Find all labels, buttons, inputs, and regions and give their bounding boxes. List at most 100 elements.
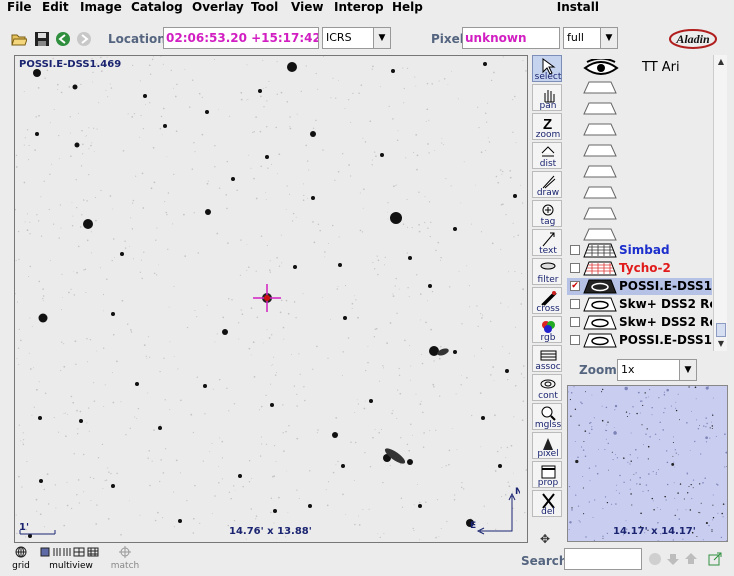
layer-visibility-checkbox[interactable] bbox=[570, 245, 580, 255]
stack-header: TT Ari bbox=[567, 55, 712, 245]
tool-text-label: text bbox=[539, 246, 557, 256]
aladin-logo: Aladin bbox=[668, 28, 718, 50]
bottom-bar: grid multiview match Search bbox=[0, 544, 734, 576]
menu-image[interactable]: Image bbox=[80, 0, 122, 14]
tool-tag[interactable]: tag bbox=[532, 200, 562, 227]
layer-visibility-checkbox[interactable] bbox=[570, 317, 580, 327]
save-icon[interactable] bbox=[34, 31, 50, 47]
zoom-select-value: 1x bbox=[621, 363, 635, 376]
empty-plane-icon[interactable] bbox=[583, 101, 617, 115]
tool-filter[interactable]: filter bbox=[532, 258, 562, 285]
tool-mglss[interactable]: mglss bbox=[532, 403, 562, 430]
open-folder-icon[interactable] bbox=[11, 31, 28, 47]
back-arrow-icon[interactable] bbox=[55, 31, 71, 47]
empty-plane-icon[interactable] bbox=[583, 80, 617, 94]
sky-image[interactable] bbox=[15, 56, 528, 543]
tool-zoom[interactable]: Zzoom bbox=[532, 113, 562, 140]
layer-row[interactable]: Skw+ DSS2 Re bbox=[567, 314, 712, 331]
scroll-down-icon[interactable]: ▼ bbox=[714, 337, 728, 351]
tool-cont-label: cont bbox=[538, 391, 558, 401]
toolbar: Location 02:06:53.20 +15:17:42.8 ICRS ▼ … bbox=[0, 24, 734, 54]
search-prev-icon[interactable] bbox=[648, 552, 662, 566]
layer-row[interactable]: Simbad bbox=[567, 242, 712, 259]
grid-button[interactable]: grid bbox=[10, 546, 32, 571]
tool-del[interactable]: del bbox=[532, 490, 562, 517]
menu-tool[interactable]: Tool bbox=[251, 0, 278, 14]
tool-pan-label: pan bbox=[539, 101, 557, 111]
grid-label: grid bbox=[12, 561, 30, 571]
empty-plane-icon[interactable] bbox=[583, 206, 617, 220]
zoom-select[interactable]: 1x ▼ bbox=[617, 359, 697, 381]
search-label: Search bbox=[521, 554, 568, 568]
tool-cross[interactable]: cross bbox=[532, 287, 562, 314]
layer-visibility-checkbox[interactable]: ✔ bbox=[570, 281, 580, 291]
tool-dist[interactable]: dist bbox=[532, 142, 562, 169]
main-image-view[interactable]: POSSI.E-DSS1.469 1' 14.76' x 13.88' N E bbox=[14, 55, 528, 543]
zoom-preview[interactable]: 14.17' x 14.17' bbox=[567, 385, 728, 542]
search-input[interactable] bbox=[564, 548, 642, 570]
frame-select-value: ICRS bbox=[326, 31, 352, 44]
tool-cont[interactable]: cont bbox=[532, 374, 562, 401]
layer-row[interactable]: Skw+ DSS2 Re bbox=[567, 296, 712, 313]
location-input[interactable]: 02:06:53.20 +15:17:42.8 bbox=[163, 27, 319, 49]
layer-row[interactable]: ✔ POSSI.E-DSS1.4 bbox=[567, 278, 712, 295]
empty-plane-icon[interactable] bbox=[583, 185, 617, 199]
menu-view[interactable]: View bbox=[291, 0, 323, 14]
catalog-plane-icon bbox=[583, 243, 617, 258]
multiview-button[interactable]: multiview bbox=[40, 546, 102, 571]
tool-rgb-label: rgb bbox=[540, 333, 556, 343]
tool-text[interactable]: text bbox=[532, 229, 562, 256]
empty-plane-icon[interactable] bbox=[583, 143, 617, 157]
menu-help[interactable]: Help bbox=[392, 0, 423, 14]
search-up-icon[interactable] bbox=[684, 552, 698, 566]
tool-draw-label: draw bbox=[536, 188, 560, 198]
layer-row[interactable]: Tycho-2 bbox=[567, 260, 712, 277]
scroll-thumb[interactable] bbox=[716, 323, 726, 337]
pixel-value: unknown bbox=[462, 27, 560, 49]
zoom-label: Zoom bbox=[579, 363, 617, 377]
tool-prop-label: prop bbox=[537, 478, 559, 488]
tool-draw[interactable]: draw bbox=[532, 171, 562, 198]
menu-file[interactable]: File bbox=[7, 0, 32, 14]
forward-arrow-icon[interactable] bbox=[76, 31, 92, 47]
empty-plane-icon[interactable] bbox=[583, 122, 617, 136]
match-button[interactable]: match bbox=[110, 546, 140, 571]
tool-pixel[interactable]: pixel bbox=[532, 432, 562, 459]
scale-label: 1' bbox=[19, 522, 30, 533]
menu-interop[interactable]: Interop bbox=[334, 0, 384, 14]
tool-rgb[interactable]: rgb bbox=[532, 316, 562, 343]
preview-fov-label: 14.17' x 14.17' bbox=[613, 526, 696, 537]
image-plane-icon bbox=[583, 333, 617, 348]
external-window-icon[interactable] bbox=[708, 552, 722, 566]
layer-row[interactable]: POSSI.E-DSS1.4 bbox=[567, 332, 712, 349]
layer-visibility-checkbox[interactable] bbox=[570, 263, 580, 273]
tool-assoc[interactable]: assoc bbox=[532, 345, 562, 372]
empty-plane-icon[interactable] bbox=[583, 164, 617, 178]
empty-plane-icon[interactable] bbox=[583, 227, 617, 241]
pixel-mode-select[interactable]: full ▼ bbox=[563, 27, 618, 49]
crosshair-icon bbox=[119, 546, 131, 558]
menu-edit[interactable]: Edit bbox=[42, 0, 69, 14]
layer-name: Skw+ DSS2 Re bbox=[619, 297, 712, 311]
tool-pan[interactable]: pan bbox=[532, 84, 562, 111]
tool-prop[interactable]: prop bbox=[532, 461, 562, 488]
frame-select[interactable]: ICRS ▼ bbox=[322, 27, 391, 49]
tool-tag-label: tag bbox=[540, 217, 556, 227]
layer-visibility-checkbox[interactable] bbox=[570, 335, 580, 345]
layer-visibility-checkbox[interactable] bbox=[570, 299, 580, 309]
image-plane-icon bbox=[583, 279, 617, 294]
eye-icon[interactable] bbox=[583, 59, 619, 77]
tool-pixel-label: pixel bbox=[537, 449, 559, 459]
menu-catalog[interactable]: Catalog bbox=[131, 0, 183, 14]
menu-overlay[interactable]: Overlay bbox=[192, 0, 244, 14]
tool-select[interactable]: select bbox=[532, 55, 562, 82]
east-label: E bbox=[470, 521, 476, 531]
compass-icon: N E bbox=[470, 487, 520, 535]
layer-name: Skw+ DSS2 Re bbox=[619, 315, 712, 329]
pixel-mode-value: full bbox=[567, 31, 584, 44]
stack-scrollbar[interactable]: ▲ ▼ bbox=[713, 55, 727, 351]
pixel-label: Pixel bbox=[431, 32, 464, 46]
scroll-up-icon[interactable]: ▲ bbox=[714, 55, 728, 69]
menu-install[interactable]: Install bbox=[557, 0, 599, 14]
search-down-icon[interactable] bbox=[666, 552, 680, 566]
